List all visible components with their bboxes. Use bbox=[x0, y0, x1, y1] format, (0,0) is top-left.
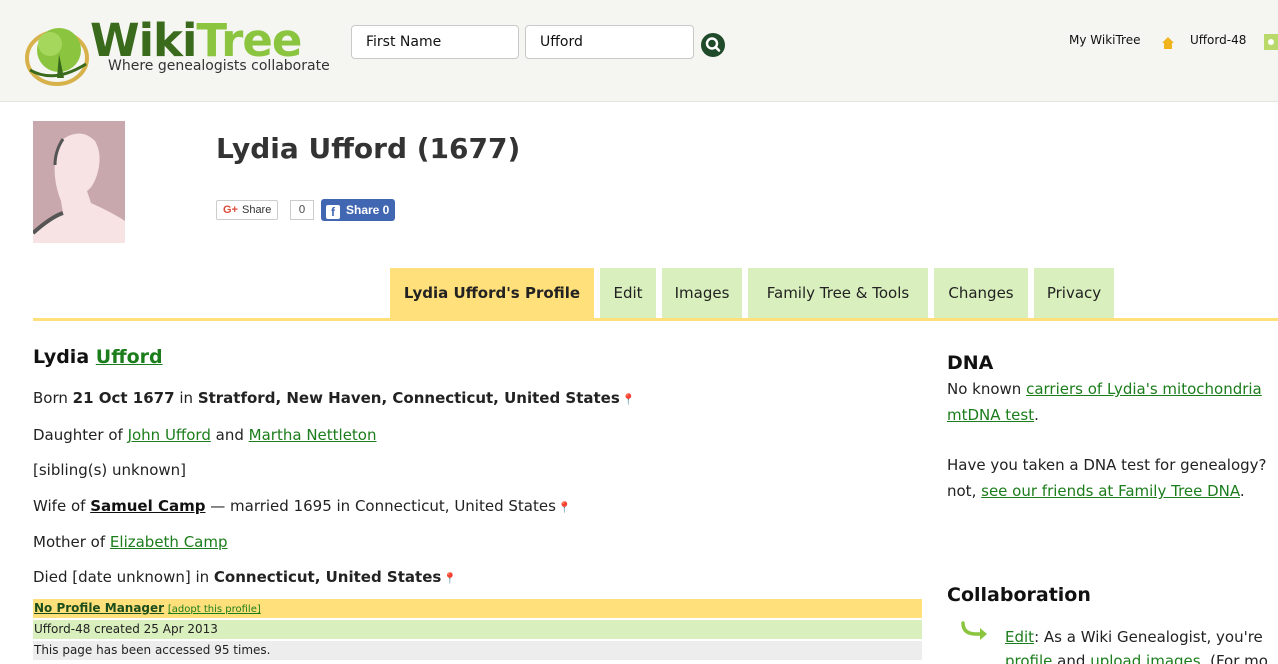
tree-logo-icon bbox=[25, 28, 89, 86]
collaboration-line-1-text: : As a Wiki Genealogist, you're bbox=[1034, 628, 1263, 646]
search-button[interactable] bbox=[701, 33, 725, 57]
parents-fact: Daughter of John Ufford and Martha Nettl… bbox=[33, 426, 377, 444]
dna-line-1-prefix: No known bbox=[947, 380, 1022, 398]
profile-avatar bbox=[33, 121, 125, 243]
died-place: Connecticut, United States bbox=[213, 568, 442, 586]
marriage-text: — married 1695 in Connecticut, United St… bbox=[210, 497, 556, 515]
siblings-fact: [sibling(s) unknown] bbox=[33, 461, 187, 479]
children-fact: Mother of Elizabeth Camp bbox=[33, 533, 228, 551]
dna-question-prefix: not, bbox=[947, 482, 977, 500]
child-link[interactable]: Elizabeth Camp bbox=[110, 533, 228, 551]
google-plus-share-label: Share bbox=[241, 204, 272, 216]
parents-and: and bbox=[215, 426, 244, 444]
dna-line-2-suffix: . bbox=[1034, 406, 1039, 424]
death-fact: Died [date unknown] in Connecticut, Unit… bbox=[33, 568, 457, 586]
family-tree-dna-link[interactable]: see our friends at Family Tree DNA bbox=[981, 482, 1240, 500]
dna-line-1: No known carriers of Lydia's mitochondri… bbox=[947, 378, 1262, 400]
facebook-share-button[interactable]: f Share 0 bbox=[321, 199, 396, 221]
search-icon bbox=[705, 37, 721, 52]
google-plus-count: 0 bbox=[290, 200, 314, 220]
arrow-right-icon bbox=[961, 621, 987, 640]
adopt-profile-link[interactable]: [adopt this profile] bbox=[168, 604, 261, 615]
profile-tabs: Lydia Ufford's Profile Edit Images Famil… bbox=[0, 268, 1278, 320]
birth-fact: Born 21 Oct 1677 in Stratford, New Haven… bbox=[33, 389, 635, 407]
profile-manager-bar: No Profile Manager [adopt this profile] bbox=[33, 599, 922, 618]
collaboration-line-2: profile and upload images. (For mo bbox=[1005, 650, 1268, 664]
google-plus-icon: G+ bbox=[223, 204, 238, 216]
tab-profile[interactable]: Lydia Ufford's Profile bbox=[390, 268, 594, 319]
person-name: Lydia Ufford bbox=[33, 346, 163, 368]
header: WikiTree Where genealogists collaborate … bbox=[0, 0, 1278, 102]
upload-images-link[interactable]: upload images bbox=[1090, 652, 1200, 664]
first-name-input[interactable]: First Name bbox=[351, 25, 519, 59]
collaboration-heading: Collaboration bbox=[947, 584, 1091, 606]
person-first-name: Lydia bbox=[33, 346, 90, 368]
accessed-bar: This page has been accessed 95 times. bbox=[33, 641, 922, 660]
born-date: 21 Oct 1677 bbox=[72, 389, 175, 407]
collaboration-edit-link[interactable]: Edit bbox=[1005, 628, 1034, 646]
spouse-fact: Wife of Samuel Camp — married 1695 in Co… bbox=[33, 497, 572, 515]
mother-link[interactable]: Martha Nettleton bbox=[249, 426, 377, 444]
map-pin-icon[interactable]: 📍 bbox=[443, 572, 457, 585]
dna-question-suffix: . bbox=[1239, 482, 1245, 500]
facebook-share-label: Share 0 bbox=[346, 203, 390, 217]
gear-icon[interactable] bbox=[1264, 34, 1278, 50]
born-place: Stratford, New Haven, Connecticut, Unite… bbox=[197, 389, 620, 407]
tab-privacy[interactable]: Privacy bbox=[1034, 268, 1114, 319]
no-profile-manager-link[interactable]: No Profile Manager bbox=[34, 601, 164, 615]
dna-question-line-2: not, see our friends at Family Tree DNA. bbox=[947, 480, 1245, 502]
daughter-of-label: Daughter of bbox=[33, 426, 123, 444]
dna-question-line-1: Have you taken a DNA test for genealogy? bbox=[947, 456, 1267, 474]
map-pin-icon[interactable]: 📍 bbox=[622, 393, 636, 406]
map-pin-icon[interactable]: 📍 bbox=[558, 501, 572, 514]
last-name-input[interactable]: Ufford bbox=[525, 25, 694, 59]
google-plus-share-button[interactable]: G+ Share bbox=[216, 200, 279, 220]
user-id-link[interactable]: Ufford-48 bbox=[1190, 33, 1246, 47]
spouse-link[interactable]: Samuel Camp bbox=[90, 497, 205, 515]
facebook-icon: f bbox=[326, 205, 340, 219]
collaboration-line-2-suffix: . (For mo bbox=[1200, 652, 1268, 664]
mtdna-test-link[interactable]: mtDNA test bbox=[947, 406, 1034, 424]
page-title: Lydia Ufford (1677) bbox=[216, 132, 521, 165]
silhouette-icon bbox=[33, 121, 125, 243]
tab-divider bbox=[33, 318, 1278, 321]
mitochondria-carriers-link[interactable]: carriers of Lydia's mitochondria bbox=[1026, 380, 1262, 398]
profile-link[interactable]: profile bbox=[1005, 652, 1052, 664]
tab-family-tree-tools[interactable]: Family Tree & Tools bbox=[748, 268, 928, 319]
born-in: in bbox=[179, 389, 194, 407]
died-prefix: Died [date unknown] in bbox=[33, 568, 210, 586]
tab-changes[interactable]: Changes bbox=[934, 268, 1028, 319]
father-link[interactable]: John Ufford bbox=[128, 426, 211, 444]
dna-line-2: mtDNA test. bbox=[947, 404, 1039, 426]
dna-heading: DNA bbox=[947, 352, 994, 374]
person-last-name-link[interactable]: Ufford bbox=[96, 346, 163, 368]
collaboration-line-1: Edit: As a Wiki Genealogist, you're bbox=[1005, 626, 1263, 648]
collaboration-and: and bbox=[1057, 652, 1086, 664]
wikitree-logo[interactable]: WikiTree Where genealogists collaborate bbox=[24, 16, 344, 86]
logo-tagline: Where genealogists collaborate bbox=[108, 58, 330, 74]
tab-images[interactable]: Images bbox=[662, 268, 742, 319]
my-wikitree-link[interactable]: My WikiTree bbox=[1069, 33, 1141, 47]
home-icon[interactable] bbox=[1160, 35, 1176, 51]
born-prefix: Born bbox=[33, 389, 68, 407]
mother-of-label: Mother of bbox=[33, 533, 106, 551]
created-bar: Ufford-48 created 25 Apr 2013 bbox=[33, 620, 922, 639]
tab-edit[interactable]: Edit bbox=[600, 268, 656, 319]
wife-of-label: Wife of bbox=[33, 497, 86, 515]
